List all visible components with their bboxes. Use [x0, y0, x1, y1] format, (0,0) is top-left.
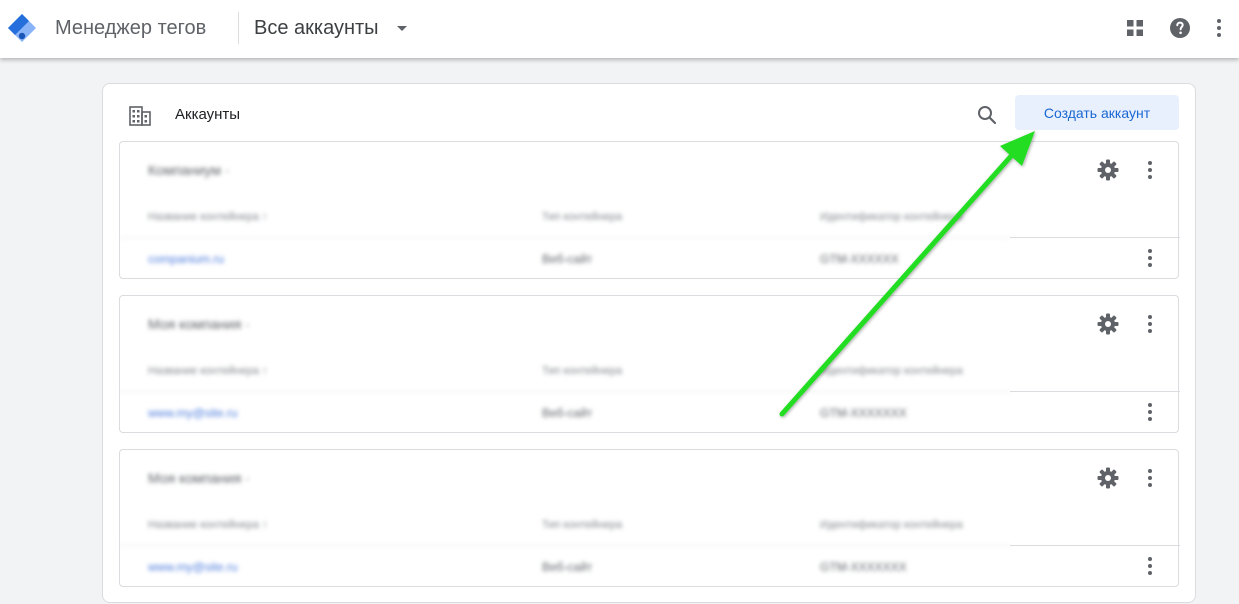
account-more-icon[interactable] [1140, 466, 1160, 490]
container-type: Веб-сайт [542, 252, 593, 266]
container-id: GTM-XXXXXXX [820, 560, 907, 574]
container-link[interactable]: companium.ru [148, 252, 224, 266]
column-header-id[interactable]: Идентификатор контейнера [820, 211, 963, 223]
page-title: Аккаунты [175, 106, 241, 123]
column-header-name[interactable]: Название контейнера ↑ [148, 211, 268, 223]
container-more-icon[interactable] [1140, 554, 1160, 578]
container-id: GTM-XXXXXX [820, 252, 899, 266]
column-header-type[interactable]: Тип контейнера [542, 519, 622, 531]
container-type: Веб-сайт [542, 560, 593, 574]
container-link[interactable]: www.my@site.ru [148, 406, 238, 420]
container-more-icon[interactable] [1140, 246, 1160, 270]
building-icon [129, 106, 151, 126]
tag-manager-logo-icon[interactable] [6, 12, 38, 44]
account-switcher[interactable]: Все аккаунты [246, 8, 415, 48]
header-divider [238, 12, 239, 44]
container-link[interactable]: www.my@site.ru [148, 560, 238, 574]
blurred-account-content: Моя компания · Название контейнера ↑ Тип… [120, 296, 1010, 432]
column-header-id[interactable]: Идентификатор контейнера [820, 365, 963, 377]
row-divider [120, 545, 1010, 546]
create-account-button[interactable]: Создать аккаунт [1015, 95, 1179, 130]
more-vert-icon[interactable] [1205, 14, 1233, 42]
apps-grid-icon[interactable] [1121, 14, 1149, 42]
account-switcher-label: Все аккаунты [254, 16, 379, 39]
row-divider [1010, 237, 1180, 238]
row-divider [120, 391, 1010, 392]
container-type: Веб-сайт [542, 406, 593, 420]
column-header-type[interactable]: Тип контейнера [542, 211, 622, 223]
container-id: GTM-XXXXXXX [820, 406, 907, 420]
column-header-type[interactable]: Тип контейнера [542, 365, 622, 377]
gear-icon[interactable] [1096, 158, 1120, 182]
account-more-icon[interactable] [1140, 158, 1160, 182]
row-divider [120, 237, 1010, 238]
gear-icon[interactable] [1096, 466, 1120, 490]
account-block: Моя компания · Название контейнера ↑ Тип… [119, 295, 1180, 433]
product-name: Менеджер тегов [55, 17, 207, 39]
row-divider [1010, 545, 1180, 546]
top-app-bar: Менеджер тегов Все аккаунты [0, 0, 1239, 58]
account-more-icon[interactable] [1140, 312, 1160, 336]
accounts-card: Аккаунты Создать аккаунт Компаниум · Наз… [102, 83, 1196, 603]
column-header-name[interactable]: Название контейнера ↑ [148, 519, 268, 531]
account-block: Компаниум · Название контейнера ↑ Тип ко… [119, 141, 1180, 279]
blurred-account-content: Моя компания · Название контейнера ↑ Тип… [120, 450, 1010, 586]
row-divider [1010, 391, 1180, 392]
column-header-name[interactable]: Название контейнера ↑ [148, 365, 268, 377]
column-header-id[interactable]: Идентификатор контейнера [820, 519, 963, 531]
account-name[interactable]: Моя компания · [148, 470, 250, 486]
chevron-down-icon [396, 25, 407, 31]
account-name[interactable]: Моя компания · [148, 316, 250, 332]
blurred-account-content: Компаниум · Название контейнера ↑ Тип ко… [120, 142, 1010, 278]
search-icon[interactable] [975, 103, 999, 127]
container-more-icon[interactable] [1140, 400, 1160, 424]
account-name[interactable]: Компаниум · [148, 162, 230, 178]
help-icon[interactable] [1166, 14, 1194, 42]
account-block: Моя компания · Название контейнера ↑ Тип… [119, 449, 1180, 587]
gear-icon[interactable] [1096, 312, 1120, 336]
